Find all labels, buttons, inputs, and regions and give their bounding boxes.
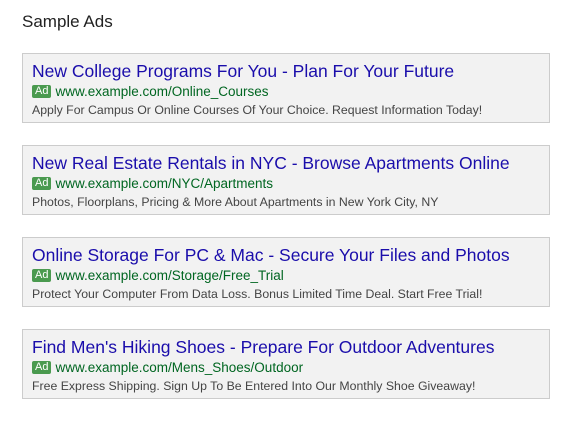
ad-headline-link[interactable]: New College Programs For You - Plan For …: [32, 60, 549, 82]
ad-url-row: Ad www.example.com/Mens_Shoes/Outdoor: [32, 359, 549, 376]
ad-description: Photos, Floorplans, Pricing & More About…: [32, 195, 439, 209]
page-title: Sample Ads: [22, 12, 113, 31]
ad-badge: Ad: [32, 85, 52, 98]
ad-card: New Real Estate Rentals in NYC - Browse …: [22, 145, 550, 215]
ad-url-row: Ad www.example.com/Storage/Free_Trial: [32, 267, 549, 284]
ad-display-url[interactable]: www.example.com/Storage/Free_Trial: [55, 267, 283, 284]
ad-display-url[interactable]: www.example.com/Mens_Shoes/Outdoor: [55, 359, 303, 376]
ad-url-row: Ad www.example.com/NYC/Apartments: [32, 175, 549, 192]
ad-display-url[interactable]: www.example.com/NYC/Apartments: [55, 175, 273, 192]
ad-badge: Ad: [32, 177, 52, 190]
ad-display-url[interactable]: www.example.com/Online_Courses: [55, 83, 268, 100]
ad-headline-link[interactable]: Find Men's Hiking Shoes - Prepare For Ou…: [32, 336, 549, 358]
ad-description: Free Express Shipping. Sign Up To Be Ent…: [32, 379, 476, 393]
ad-headline-link[interactable]: New Real Estate Rentals in NYC - Browse …: [32, 152, 549, 174]
ad-card: Find Men's Hiking Shoes - Prepare For Ou…: [22, 329, 550, 399]
ad-card: Online Storage For PC & Mac - Secure You…: [22, 237, 550, 307]
ad-url-row: Ad www.example.com/Online_Courses: [32, 83, 549, 100]
ad-headline-link[interactable]: Online Storage For PC & Mac - Secure You…: [32, 244, 549, 266]
ad-badge: Ad: [32, 269, 52, 282]
ad-badge: Ad: [32, 361, 52, 374]
ad-description: Protect Your Computer From Data Loss. Bo…: [32, 287, 483, 301]
ad-card: New College Programs For You - Plan For …: [22, 53, 550, 123]
ad-description: Apply For Campus Or Online Courses Of Yo…: [32, 103, 483, 117]
